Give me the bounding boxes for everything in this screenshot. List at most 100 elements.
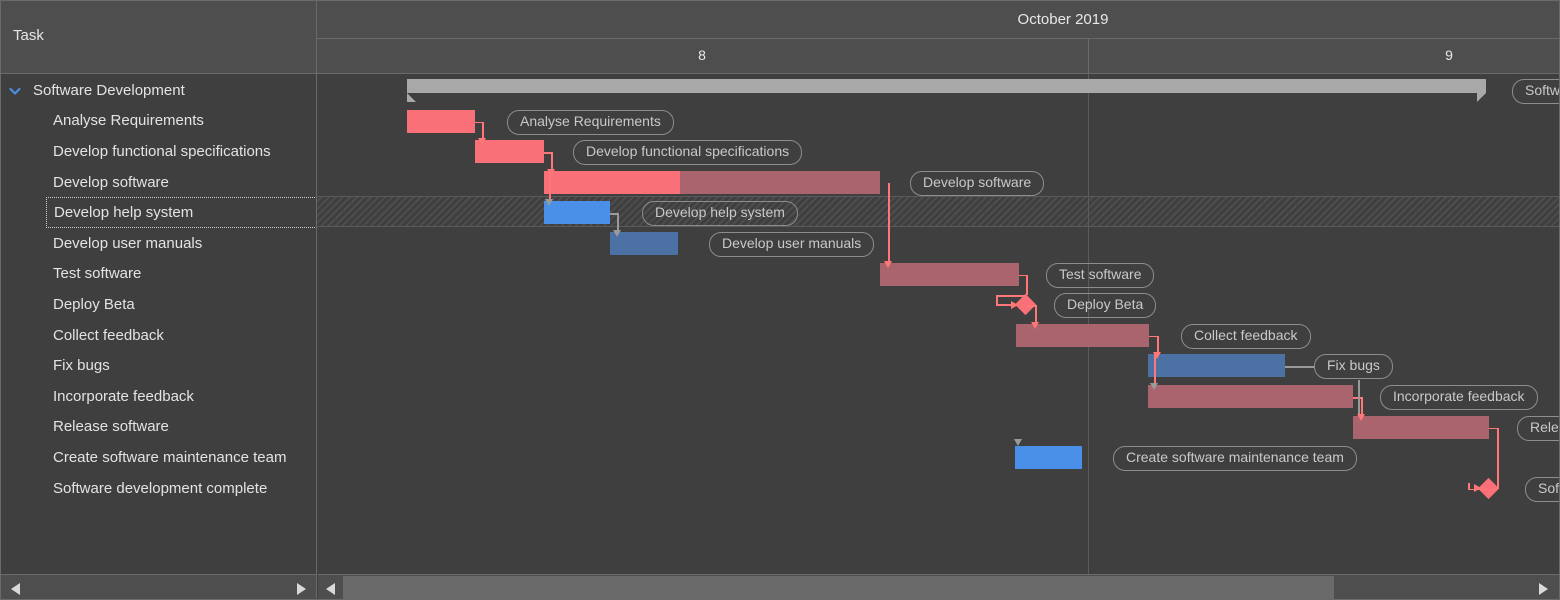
dependency-link	[1157, 335, 1159, 353]
gantt-bar-label-chip[interactable]: Collect feedback	[1181, 323, 1311, 349]
task-row[interactable]: Create software maintenance team	[1, 442, 316, 473]
gantt-chart-panel: October 2019 89 Software DevelopmentAnal…	[317, 1, 1559, 574]
gantt-bar[interactable]	[880, 262, 1019, 286]
task-row[interactable]: Fix bugs	[1, 350, 316, 381]
task-grid-panel: Task Software Development Analyse Require…	[1, 1, 317, 574]
gantt-bar[interactable]	[1148, 354, 1285, 378]
dependency-arrow	[1031, 321, 1040, 329]
task-row[interactable]: Release software	[1, 412, 316, 443]
dependency-arrow	[545, 199, 554, 207]
gantt-bar-label-chip[interactable]: Test software	[1046, 262, 1155, 288]
timeline-day-tick: 9	[1445, 47, 1453, 63]
task-row[interactable]: Analyse Requirements	[1, 106, 316, 137]
task-row-label: Develop user manuals	[53, 234, 203, 252]
dependency-link	[1154, 354, 1156, 383]
gantt-bar-label-chip[interactable]: Incorporate feedback	[1380, 385, 1538, 410]
task-row-label: Software development complete	[53, 479, 268, 497]
dependency-arrow	[1014, 439, 1023, 447]
summary-bar-cap-left	[407, 93, 416, 102]
gantt-bar-label-chip[interactable]: Fix bugs	[1314, 354, 1393, 380]
gantt-bar-label-chip[interactable]: Release software	[1517, 415, 1559, 441]
dependency-arrow	[1150, 383, 1159, 390]
gantt-bar-label-chip[interactable]: Analyse Requirements	[507, 109, 674, 135]
task-row[interactable]: Software Development	[1, 75, 316, 106]
chart-horizontal-scrollbar[interactable]	[318, 574, 1559, 599]
task-row[interactable]: Software development complete	[1, 473, 316, 504]
timeline-day-separator	[1088, 39, 1089, 74]
gantt-bar-label-chip[interactable]: Software development complete	[1525, 476, 1559, 502]
dependency-link	[549, 170, 551, 200]
gantt-bar-label-chip[interactable]: Develop help system	[642, 201, 798, 227]
dependency-link	[482, 121, 484, 139]
gantt-bar-label-chip[interactable]: Develop user manuals	[709, 232, 875, 257]
timeline-day-tick: 8	[698, 47, 706, 63]
dependency-link	[551, 152, 553, 169]
timeline-month-band: October 2019	[317, 1, 1559, 39]
gantt-chart-app: Task Software Development Analyse Require…	[0, 0, 1560, 600]
task-row-label: Analyse Requirements	[53, 112, 204, 130]
task-row[interactable]: Develop functional specifications	[1, 136, 316, 167]
scroll-left-arrow-icon[interactable]	[326, 583, 335, 595]
task-row[interactable]: Incorporate feedback	[1, 381, 316, 412]
selected-row-highlight	[317, 196, 1559, 227]
dependency-arrow	[1357, 413, 1366, 421]
task-row-label: Create software maintenance team	[53, 448, 287, 466]
task-row-label: Develop software	[53, 173, 169, 191]
dependency-link	[1497, 427, 1499, 489]
dependency-link	[617, 213, 619, 230]
dependency-link	[996, 295, 1026, 297]
gantt-bar[interactable]	[1015, 446, 1082, 470]
task-row-label: Incorporate feedback	[53, 387, 194, 405]
task-row[interactable]: Develop help system	[46, 197, 316, 228]
dependency-link	[1285, 366, 1314, 368]
task-row-label: Release software	[53, 418, 169, 436]
task-row[interactable]: Test software	[1, 259, 316, 290]
scroll-right-arrow-icon[interactable]	[1539, 583, 1548, 595]
dependency-link	[996, 295, 998, 305]
task-row-label: Fix bugs	[53, 357, 110, 375]
dependency-arrow	[1011, 300, 1018, 309]
task-grid-header: Task	[1, 1, 316, 74]
timeline-day-band: 89	[317, 39, 1559, 73]
gantt-bar[interactable]	[1353, 415, 1489, 439]
gantt-bar-progress	[544, 170, 680, 194]
task-row-label: Collect feedback	[53, 326, 164, 344]
task-row-label: Develop help system	[54, 204, 194, 222]
gantt-bar-label-chip[interactable]: Software Development	[1512, 79, 1559, 104]
task-row[interactable]: Develop software	[1, 167, 316, 198]
scroll-left-arrow-icon[interactable]	[11, 583, 20, 595]
dependency-link	[888, 182, 890, 261]
gantt-bar-label-chip[interactable]: Develop functional specifications	[573, 140, 803, 166]
dependency-arrow	[884, 260, 893, 268]
dependency-arrow	[1474, 484, 1481, 493]
dependency-arrow	[478, 138, 487, 146]
gantt-bar-label-chip[interactable]: Create software maintenance team	[1113, 446, 1357, 472]
task-row-label: Deploy Beta	[53, 295, 135, 313]
timeline-header: October 2019 89	[317, 1, 1559, 74]
gantt-bar-label-chip[interactable]: Deploy Beta	[1054, 293, 1157, 319]
gantt-bar[interactable]	[544, 201, 610, 225]
gantt-bar[interactable]	[1148, 385, 1353, 408]
gantt-bar[interactable]	[544, 170, 880, 194]
task-row-label: Software Development	[33, 81, 185, 99]
scrollbar-thumb[interactable]	[343, 576, 1334, 599]
task-row[interactable]: Collect feedback	[1, 320, 316, 351]
chevron-down-icon[interactable]	[8, 84, 22, 98]
dependency-link	[1361, 397, 1363, 414]
scroll-right-arrow-icon[interactable]	[297, 583, 306, 595]
gantt-bar[interactable]	[407, 109, 475, 133]
task-row-label: Test software	[53, 265, 142, 283]
task-row-label: Develop functional specifications	[53, 142, 271, 160]
task-grid-horizontal-scrollbar[interactable]	[1, 574, 317, 599]
task-row[interactable]: Deploy Beta	[1, 289, 316, 320]
summary-bar[interactable]	[407, 79, 1486, 93]
dependency-link	[1026, 274, 1028, 296]
gantt-bar-remainder	[680, 170, 880, 194]
dependency-link	[1358, 380, 1360, 414]
summary-bar-cap-right	[1477, 93, 1486, 102]
gantt-bar-label-chip[interactable]: Develop software	[910, 170, 1045, 196]
timeline-month-label: October 2019	[1017, 11, 1109, 28]
task-row[interactable]: Develop user manuals	[1, 228, 316, 259]
dependency-arrow	[613, 230, 622, 237]
dependency-link	[1035, 305, 1037, 322]
